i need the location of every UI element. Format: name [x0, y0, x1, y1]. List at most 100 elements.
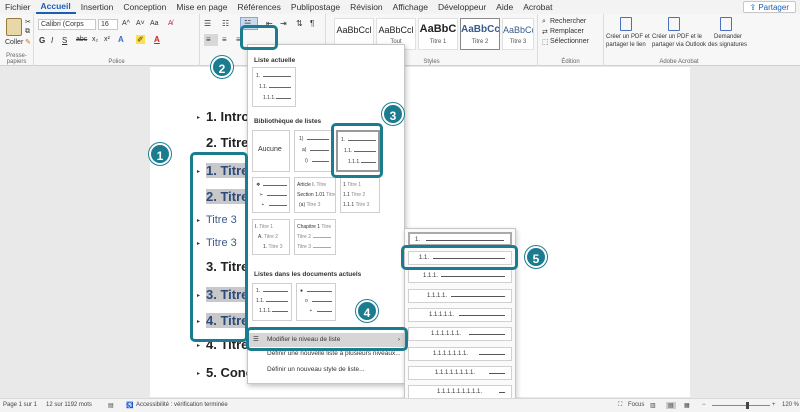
- article-number: Article I.: [297, 182, 316, 188]
- list-paren-tile[interactable]: 1) a) i): [294, 130, 332, 172]
- menu-fichier[interactable]: Fichier: [0, 2, 36, 12]
- accessibility-status[interactable]: Accessibilité : vérification terminée: [136, 402, 228, 408]
- signature-icon[interactable]: [720, 17, 732, 31]
- print-layout-icon[interactable]: ▤: [666, 402, 676, 409]
- pdf-link-icon[interactable]: [620, 17, 632, 31]
- callout-box-selected-headings: [190, 152, 248, 342]
- font-name-box[interactable]: Calibri (Corps: [38, 19, 96, 30]
- pdf-outlook-icon[interactable]: [668, 17, 680, 31]
- focus-button[interactable]: Focus: [628, 402, 644, 408]
- bullets-icon[interactable]: ☰: [204, 19, 211, 28]
- list-level-8[interactable]: 1.1.1.1.1.1.1.1.: [408, 366, 512, 380]
- heading-5-conclusion[interactable]: 5. Conc: [206, 365, 253, 380]
- define-list-style-item[interactable]: Définir un nouveau style de liste...: [249, 363, 404, 377]
- menu-mise-en-page[interactable]: Mise en page: [171, 2, 232, 12]
- align-left-button[interactable]: ≡: [204, 34, 218, 46]
- heading-1-intro[interactable]: 1. Intro: [206, 109, 249, 124]
- current-list-tile[interactable]: 1. 1.1. 1.1.1.: [252, 67, 296, 107]
- style-titre-3[interactable]: AaBbCcl Titre 3: [502, 18, 534, 50]
- select-icon[interactable]: ⬚: [542, 38, 549, 46]
- copy-icon[interactable]: ⧉: [25, 28, 30, 36]
- zoom-slider-thumb[interactable]: [746, 402, 749, 409]
- increase-indent-icon[interactable]: ⇥: [280, 19, 287, 28]
- list-article-tile[interactable]: Article I. Titre Section 1.01 Titre (a) …: [294, 177, 336, 213]
- subscript-button[interactable]: x₂: [92, 36, 98, 43]
- pdf-link-line1[interactable]: Créer un PDF et: [606, 34, 650, 40]
- collapse-triangle-icon[interactable]: ▸: [197, 114, 200, 121]
- doc-list-bullet-tile[interactable]: ● o ▪: [296, 283, 336, 321]
- list-alpha-tile[interactable]: I. Titre 1 A. Titre 2 1. Titre 3: [252, 219, 290, 255]
- collapse-triangle-icon[interactable]: ▸: [197, 342, 200, 349]
- list-level-3[interactable]: 1.1.1.: [408, 269, 512, 283]
- style-titre-3-preview: AaBbCcl: [503, 25, 533, 35]
- share-button[interactable]: ⇪ Partager: [742, 1, 796, 13]
- cut-icon[interactable]: ✂: [25, 18, 31, 26]
- read-mode-icon[interactable]: ▥: [650, 402, 656, 409]
- menu-publipostage[interactable]: Publipostage: [286, 2, 345, 12]
- style-titre-1[interactable]: AaBbC Titre 1: [418, 18, 458, 50]
- clear-format-icon[interactable]: A̸: [168, 20, 173, 27]
- menu-aide[interactable]: Aide: [491, 2, 518, 12]
- format-painter-icon[interactable]: ✎: [25, 38, 31, 46]
- list-bullet-tile[interactable]: ❖ ➢ ▪: [252, 177, 290, 213]
- bold-button[interactable]: G: [39, 36, 45, 45]
- sort-icon[interactable]: ⇅: [296, 19, 303, 28]
- list-level-6[interactable]: 1.1.1.1.1.1.: [408, 327, 512, 341]
- text-effects-button[interactable]: A: [118, 35, 124, 44]
- pdf-link-line2[interactable]: partager le lien: [606, 42, 646, 48]
- style-titre-2[interactable]: AaBbCc Titre 2: [460, 18, 500, 50]
- collapse-triangle-icon[interactable]: ▸: [197, 370, 200, 377]
- font-size-box[interactable]: 16: [98, 19, 118, 30]
- list-titre-num-tile[interactable]: 1 Titre 1 1.1 Titre 2 1.1.1 Titre 3: [340, 177, 380, 213]
- menu-accueil[interactable]: Accueil: [35, 1, 76, 14]
- zoom-out-button[interactable]: −: [702, 402, 706, 408]
- find-button[interactable]: Rechercher: [550, 18, 586, 25]
- menu-developpeur[interactable]: Développeur: [433, 2, 491, 12]
- select-button[interactable]: Sélectionner: [550, 38, 589, 45]
- menu-revision[interactable]: Révision: [345, 2, 388, 12]
- strikethrough-button[interactable]: abc: [76, 36, 87, 43]
- menu-insertion[interactable]: Insertion: [76, 2, 119, 12]
- page-count[interactable]: Page 1 sur 1: [3, 402, 37, 408]
- callout-box-level-2: [401, 245, 518, 270]
- list-level-7[interactable]: 1.1.1.1.1.1.1.: [408, 347, 512, 361]
- align-center-icon[interactable]: ≡: [222, 35, 227, 44]
- list-chapitre-tile[interactable]: Chapitre 1 Titre Titre 2 Titre 3: [294, 219, 336, 255]
- superscript-button[interactable]: x²: [104, 36, 110, 43]
- paste-label[interactable]: Coller: [5, 39, 23, 46]
- list-level-1[interactable]: 1.: [408, 232, 512, 246]
- zoom-level[interactable]: 120 %: [782, 402, 799, 408]
- list-level-9[interactable]: 1.1.1.1.1.1.1.1.1.: [408, 385, 512, 399]
- doc-list-decimal-tile[interactable]: 1. 1.1. 1.1.1.: [252, 283, 292, 321]
- grow-font-button[interactable]: A^: [122, 20, 130, 27]
- paste-icon[interactable]: [6, 18, 22, 36]
- pdf-outlook-line2[interactable]: partager via Outlook: [652, 42, 706, 48]
- find-icon[interactable]: ⌕: [542, 18, 546, 26]
- change-case-button[interactable]: Aa: [150, 20, 159, 27]
- underline-button[interactable]: S: [62, 36, 67, 45]
- list-level-4[interactable]: 1.1.1.1.: [408, 289, 512, 303]
- zoom-slider[interactable]: [712, 405, 770, 406]
- heading-2-titre[interactable]: 2. Titre: [206, 135, 248, 150]
- numbering-icon[interactable]: ☷: [222, 19, 229, 28]
- list-none-tile[interactable]: Aucune: [252, 130, 290, 172]
- signature-line2[interactable]: des signatures: [708, 42, 747, 48]
- replace-icon[interactable]: ⇄: [542, 28, 548, 36]
- font-color-icon[interactable]: A: [154, 35, 160, 44]
- menu-conception[interactable]: Conception: [118, 2, 171, 12]
- menu-acrobat[interactable]: Acrobat: [518, 2, 557, 12]
- menu-affichage[interactable]: Affichage: [388, 2, 433, 12]
- replace-button[interactable]: Remplacer: [550, 28, 584, 35]
- menu-references[interactable]: Références: [232, 2, 285, 12]
- highlight-icon[interactable]: ✐: [136, 35, 145, 44]
- zoom-in-button[interactable]: +: [772, 402, 776, 408]
- proofing-icon[interactable]: ▤: [108, 402, 114, 409]
- web-layout-icon[interactable]: ▦: [684, 402, 690, 409]
- shrink-font-button[interactable]: A˅: [136, 20, 145, 27]
- italic-button[interactable]: I: [51, 36, 53, 45]
- pdf-outlook-line1[interactable]: Créer un PDF et le: [652, 34, 702, 40]
- pilcrow-button[interactable]: ¶: [310, 19, 314, 28]
- word-count[interactable]: 12 sur 1192 mots: [46, 402, 92, 408]
- signature-line1[interactable]: Demander: [714, 34, 742, 40]
- list-level-5[interactable]: 1.1.1.1.1.: [408, 308, 512, 322]
